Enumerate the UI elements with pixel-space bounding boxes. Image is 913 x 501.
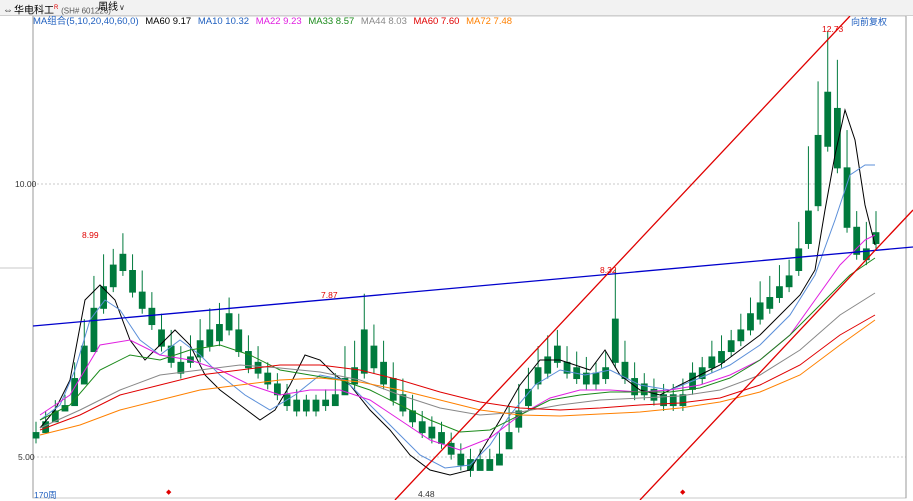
candle-body xyxy=(833,107,841,169)
stock-name: 华电科工 xyxy=(14,5,54,17)
candle-body xyxy=(747,313,754,331)
candle-body xyxy=(293,399,301,412)
candle-body xyxy=(486,459,494,471)
chart-toolbar: ⇔华电科工R (SH# 601226) 周线∨ xyxy=(0,0,913,16)
candle-body xyxy=(119,253,127,272)
candle-body xyxy=(476,459,484,471)
signal-marker-1: ◆ xyxy=(166,489,172,496)
candle-body xyxy=(766,297,774,309)
peak-label: 12.73 xyxy=(822,24,844,34)
high-label-2: 7.87 xyxy=(321,290,338,300)
candle-body xyxy=(206,329,214,347)
ma-line-ma60 xyxy=(39,314,876,431)
candlestick-chart[interactable]: 8.99 7.87 8.32 12.73 4.48 xyxy=(0,16,913,500)
legend-ma60-b: MA60 7.60 xyxy=(413,16,460,27)
signal-marker-2: ◆ xyxy=(680,489,686,496)
candle-body xyxy=(138,291,146,309)
stock-rights-mark: R xyxy=(54,5,59,11)
candle-body xyxy=(805,210,812,244)
candle-body xyxy=(370,345,378,369)
candle-body xyxy=(611,318,619,363)
legend-ma10: MA10 10.32 xyxy=(197,16,250,27)
legend-ma33: MA33 8.57 xyxy=(308,16,355,27)
candle-body xyxy=(525,388,532,407)
high-label-1: 8.99 xyxy=(82,230,99,240)
candle-body xyxy=(312,399,320,412)
legend-ma44: MA44 8.03 xyxy=(360,16,407,27)
low-label: 4.48 xyxy=(418,489,435,499)
candle-body xyxy=(322,399,330,407)
candle-body xyxy=(544,356,552,374)
high-label-3: 8.32 xyxy=(600,265,617,275)
ma-line-ma72 xyxy=(39,319,876,436)
trendline-red-lower xyxy=(639,209,913,500)
candle-body xyxy=(447,442,455,455)
candle-body xyxy=(331,394,339,407)
candle-body xyxy=(756,302,764,320)
candle-body xyxy=(718,351,725,363)
ma-legend: MA组合(5,10,20,40,60,0) MA60 9.17 MA10 10.… xyxy=(33,16,516,28)
candle-body xyxy=(80,345,88,385)
candle-body xyxy=(235,329,243,353)
legend-ma-group[interactable]: MA组合(5,10,20,40,60,0) xyxy=(33,16,139,27)
candle-body xyxy=(496,453,503,466)
candle-body xyxy=(225,313,233,331)
candle-body xyxy=(177,361,185,374)
legend-ma60-a: MA60 9.17 xyxy=(145,16,192,27)
candle-body xyxy=(264,372,272,385)
y-axis-label-bottom: 5.00 xyxy=(18,452,35,462)
y-axis-label-top: 10.00 xyxy=(15,179,37,189)
candle-body xyxy=(814,134,822,207)
rights-adjust-button[interactable]: 向前复权 xyxy=(851,16,887,28)
candle-body xyxy=(148,307,156,326)
ma-line-ma5 xyxy=(39,108,876,476)
candle-body xyxy=(32,432,40,439)
candle-body xyxy=(592,372,600,385)
candle-body xyxy=(216,324,223,342)
candle-body xyxy=(515,410,523,428)
candle-body xyxy=(109,264,117,288)
period-count: 170周 xyxy=(34,490,57,500)
candle-body xyxy=(505,432,513,450)
chevron-down-icon: ∨ xyxy=(119,3,125,12)
legend-ma72: MA72 7.48 xyxy=(466,16,513,27)
candle-body xyxy=(428,426,436,439)
legend-ma22: MA22 9.23 xyxy=(255,16,302,27)
candle-body xyxy=(418,421,426,434)
ma-line-ma33 xyxy=(39,257,876,433)
candle-body xyxy=(602,367,610,380)
candles-layer xyxy=(32,31,880,477)
candle-body xyxy=(399,394,407,412)
candle-body xyxy=(302,399,310,412)
candle-body xyxy=(785,275,793,288)
candle-body xyxy=(737,329,745,342)
candle-body xyxy=(824,91,832,147)
candle-body xyxy=(679,394,687,407)
candle-body xyxy=(129,270,136,293)
trendline-red-upper xyxy=(394,16,851,500)
period-dropdown[interactable]: 周线∨ xyxy=(98,0,125,16)
candle-body xyxy=(360,329,368,374)
period-label: 周线 xyxy=(98,2,118,13)
candle-body xyxy=(457,453,465,466)
chart-frame xyxy=(32,16,907,499)
candle-body xyxy=(795,248,803,272)
candle-body xyxy=(708,356,716,369)
candle-body xyxy=(727,340,735,353)
candle-body xyxy=(380,361,387,385)
candle-body xyxy=(438,432,445,444)
candle-body xyxy=(776,286,783,299)
